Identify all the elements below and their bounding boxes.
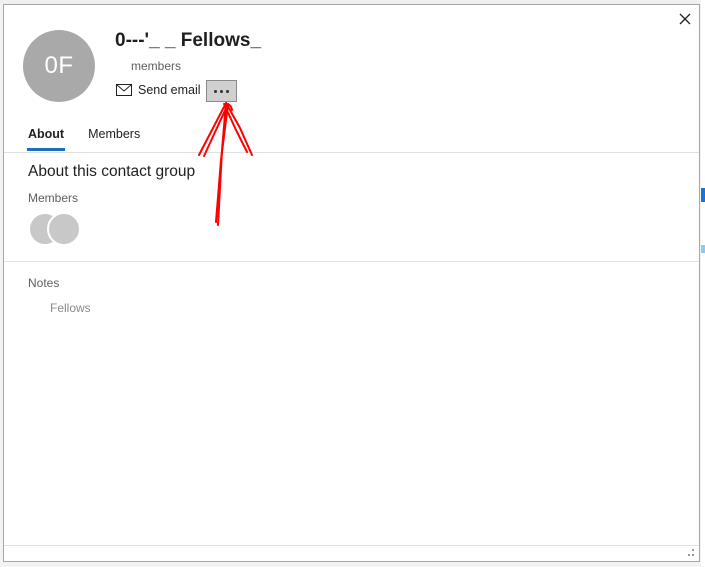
group-avatar: 0F (23, 30, 95, 102)
close-button[interactable] (677, 11, 693, 27)
mail-icon (116, 84, 132, 96)
section-title: About this contact group (28, 163, 196, 180)
members-label: Members (28, 191, 79, 205)
notes-label: Notes (28, 276, 60, 290)
send-email-label: Send email (138, 83, 201, 97)
tab-about[interactable]: About (26, 127, 66, 151)
more-options-icon (214, 89, 217, 93)
more-options-icon-dot (220, 89, 223, 93)
group-name: 0---'_ _ Fellows_ (115, 30, 262, 51)
contact-group-dialog: 0F 0---'_ _ Fellows_ members Send email … (3, 4, 700, 562)
more-options-button[interactable] (206, 80, 237, 102)
tab-members[interactable]: Members (88, 127, 140, 149)
tab-bar: About Members (26, 127, 140, 151)
background-app-strip (701, 0, 705, 567)
background-app-tick (701, 245, 705, 253)
notes-value: Fellows (50, 301, 91, 315)
section-divider (4, 261, 699, 262)
send-email-button[interactable]: Send email (116, 83, 201, 97)
close-icon (679, 13, 691, 25)
member-count: members (131, 59, 182, 73)
resize-grip-icon[interactable] (687, 549, 695, 557)
member-avatar[interactable] (47, 212, 81, 246)
avatar-initials: 0F (44, 52, 74, 79)
more-options-icon-dot (226, 89, 229, 93)
background-app-selection (701, 188, 705, 202)
tab-divider (4, 152, 699, 153)
member-avatars[interactable] (28, 212, 84, 248)
footer-divider (4, 545, 699, 546)
